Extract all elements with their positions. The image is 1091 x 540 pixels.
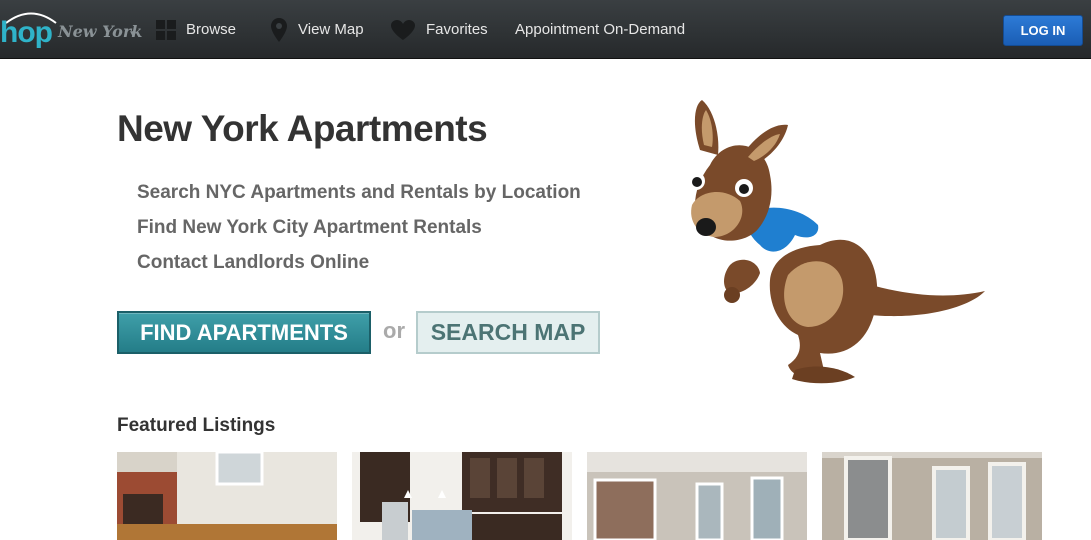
logo-wordmark: hop	[0, 16, 53, 49]
living-room-fireplace-photo	[117, 452, 337, 540]
empty-room-windows-photo	[587, 452, 807, 540]
nav-favorites[interactable]: Favorites	[390, 0, 488, 59]
heart-icon	[391, 19, 415, 40]
bedroom-windows-photo	[822, 452, 1042, 540]
grid-icon	[156, 19, 176, 40]
nav-favorites-label: Favorites	[426, 21, 488, 38]
featured-listings-title: Featured Listings	[117, 415, 276, 436]
login-button[interactable]: LOG IN	[1003, 15, 1083, 46]
search-map-button[interactable]: SEARCH MAP	[416, 311, 600, 354]
hero-subtitle: Find New York City Apartment Rentals	[137, 217, 482, 238]
featured-listing-card[interactable]	[587, 452, 807, 540]
nav-appointment-label: Appointment On-Demand	[515, 21, 686, 38]
featured-listing-card[interactable]	[117, 452, 337, 540]
hero-subtitle-list: Search NYC Apartments and Rentals by Loc…	[137, 180, 581, 285]
find-apartments-button[interactable]: FIND APARTMENTS	[117, 311, 371, 354]
nav-view-map-label: View Map	[298, 21, 364, 38]
top-nav-bar: hop New York ▼ Browse View Map Favorites…	[0, 0, 1091, 59]
chevron-down-icon[interactable]: ▼	[128, 29, 138, 40]
kangaroo-mascot-icon	[687, 100, 985, 384]
or-separator: or	[383, 318, 405, 343]
nav-view-map[interactable]: View Map	[270, 0, 364, 59]
nav-browse-label: Browse	[186, 21, 237, 38]
site-logo[interactable]: hop New York ▼	[0, 8, 142, 52]
featured-listing-card[interactable]	[822, 452, 1042, 540]
map-pin-icon	[271, 17, 287, 42]
hero-subtitle: Contact Landlords Online	[137, 252, 370, 273]
kitchen-photo	[352, 452, 572, 540]
nav-appointment-on-demand[interactable]: Appointment On-Demand	[515, 0, 685, 59]
page-title: New York Apartments	[117, 108, 488, 149]
hero-subtitle: Search NYC Apartments and Rentals by Loc…	[137, 182, 581, 203]
featured-listing-card[interactable]	[352, 452, 572, 540]
nav-browse[interactable]: Browse	[156, 0, 236, 59]
